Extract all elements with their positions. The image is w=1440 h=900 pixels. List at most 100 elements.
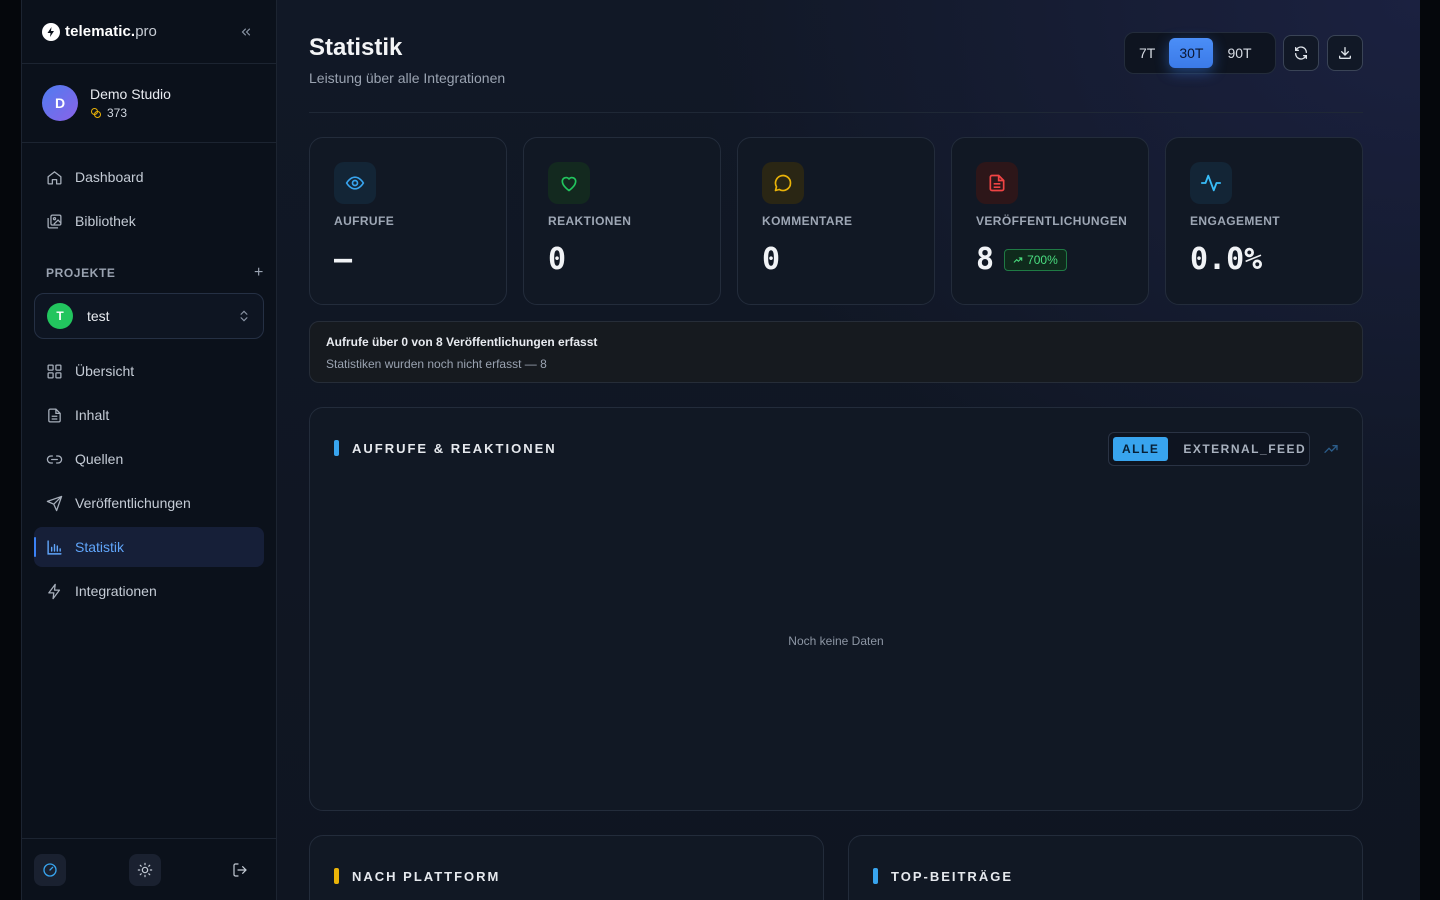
card-title: TOP-BEITRÄGE — [873, 868, 1013, 884]
nav-label: Bibliothek — [75, 213, 136, 229]
window-frame-left — [0, 0, 21, 900]
main-content: Statistik Leistung über alle Integration… — [277, 0, 1420, 900]
theme-toggle-button[interactable] — [129, 853, 161, 886]
credits-value: 373 — [107, 106, 128, 120]
kpi-label: REAKTIONEN — [548, 214, 632, 228]
sidebar: telematic. pro D Demo Studio 373 Dashboar… — [21, 0, 277, 900]
growth-badge: 700% — [1004, 248, 1067, 271]
project-avatar: T — [47, 303, 73, 329]
account-name: Demo Studio — [90, 86, 171, 102]
projects-heading: PROJEKTE + — [46, 264, 264, 282]
send-icon — [46, 495, 63, 511]
nav-label: Statistik — [75, 539, 125, 555]
nav-label: Quellen — [75, 451, 124, 467]
nav-label: Dashboard — [75, 169, 144, 185]
project-nav: Übersicht Inhalt Quellen Veröffentlichun… — [22, 347, 276, 611]
page-subtitle: Leistung über alle Integrationen — [309, 70, 506, 86]
link-icon — [46, 454, 63, 464]
nav-label: Veröffentlichungen — [75, 495, 191, 511]
brand-logo-icon[interactable] — [42, 22, 60, 41]
views-reactions-chart-card: AUFRUFE & REAKTIONEN ALLE EXTERNAL_FEED … — [309, 407, 1363, 811]
file-text-icon — [976, 162, 1018, 204]
kpi-label: VERÖFFENTLICHUNGEN — [976, 214, 1128, 228]
title-accent-bar — [334, 440, 339, 456]
tracking-notice: Aufrufe über 0 von 8 Veröffentlichungen … — [309, 321, 1363, 383]
image-library-icon — [47, 213, 62, 229]
filter-external-feed-button[interactable]: EXTERNAL_FEED — [1174, 437, 1315, 461]
nav-item-veroeffentlichungen[interactable]: Veröffentlichungen — [34, 483, 264, 523]
kpi-value: 0 — [548, 242, 566, 277]
nav-item-statistik[interactable]: Statistik — [34, 527, 264, 567]
gauge-button[interactable] — [34, 853, 66, 886]
card-title-text: AUFRUFE & REAKTIONEN — [352, 440, 557, 456]
nav-label: Übersicht — [75, 363, 135, 379]
filter-all-button[interactable]: ALLE — [1113, 437, 1169, 461]
refresh-icon — [1295, 46, 1307, 60]
header-divider — [309, 112, 1363, 113]
trend-up-icon — [1013, 256, 1023, 263]
brand-name: telematic. — [65, 23, 136, 40]
kpi-value: 0.0% — [1190, 242, 1262, 277]
main-nav: Dashboard Bibliothek — [22, 143, 276, 241]
card-title-text: TOP-BEITRÄGE — [891, 868, 1013, 884]
title-accent-bar — [873, 868, 878, 884]
account-credits: 373 — [90, 106, 171, 120]
nav-item-bibliothek[interactable]: Bibliothek — [34, 201, 264, 241]
account-switcher[interactable]: D Demo Studio 373 — [22, 64, 276, 143]
bar-chart-icon — [47, 539, 62, 555]
logout-button[interactable] — [224, 854, 256, 886]
kpi-value-text: 0.0% — [1190, 242, 1263, 277]
kpi-label: KOMMENTARE — [762, 214, 853, 228]
chevrons-up-down-icon — [237, 309, 251, 328]
card-title: AUFRUFE & REAKTIONEN — [334, 440, 557, 456]
card-title-text: NACH PLATTFORM — [352, 868, 501, 884]
refresh-button[interactable] — [1283, 35, 1319, 71]
page-title: Statistik — [309, 34, 403, 61]
activity-icon — [1190, 162, 1232, 204]
kpi-card-engagement: ENGAGEMENT 0.0% — [1165, 137, 1363, 305]
notice-title: Aufrufe über 0 von 8 Veröffentlichungen … — [326, 335, 598, 349]
avatar: D — [42, 85, 78, 121]
comment-icon — [762, 162, 804, 204]
kpi-value-text: 0 — [762, 242, 781, 277]
nav-item-dashboard[interactable]: Dashboard — [34, 157, 264, 197]
window-frame-right — [1420, 0, 1440, 900]
kpi-card-publications: VERÖFFENTLICHUNGEN 8 700% — [951, 137, 1149, 305]
sidebar-footer — [22, 838, 276, 900]
download-button[interactable] — [1327, 35, 1363, 71]
range-30d-button[interactable]: 30T — [1169, 38, 1214, 68]
trend-up-icon[interactable] — [1323, 441, 1339, 462]
notice-subtitle: Statistiken wurden noch nicht erfasst — … — [326, 357, 547, 371]
kpi-card-comments: KOMMENTARE 0 — [737, 137, 935, 305]
add-project-button[interactable]: + — [254, 264, 264, 282]
range-90d-button[interactable]: 90T — [1217, 38, 1261, 68]
brand-header: telematic. pro — [22, 0, 276, 64]
source-filter: ALLE EXTERNAL_FEED — [1108, 432, 1310, 466]
platform-card: NACH PLATTFORM — [309, 835, 824, 900]
kpi-label: AUFRUFE — [334, 214, 395, 228]
nav-label: Integrationen — [75, 583, 157, 599]
date-range-toggle: 7T 30T 90T — [1124, 32, 1276, 74]
kpi-value-text: 0 — [548, 242, 567, 277]
document-icon — [48, 407, 61, 423]
chevrons-left-icon[interactable] — [236, 22, 256, 42]
sun-icon — [137, 862, 153, 877]
kpi-value: 8 700% — [976, 242, 1067, 277]
range-7d-button[interactable]: 7T — [1129, 38, 1165, 68]
nav-item-inhalt[interactable]: Inhalt — [34, 395, 264, 435]
nav-item-uebersicht[interactable]: Übersicht — [34, 351, 264, 391]
kpi-card-reactions: REAKTIONEN 0 — [523, 137, 721, 305]
eye-icon — [334, 162, 376, 204]
nav-label: Inhalt — [75, 407, 110, 423]
heart-icon — [548, 162, 590, 204]
gauge-icon — [43, 862, 57, 877]
kpi-value: — — [334, 242, 352, 277]
projects-heading-label: PROJEKTE — [46, 266, 116, 280]
top-posts-card: TOP-BEITRÄGE — [848, 835, 1363, 900]
project-selector[interactable]: T test — [34, 293, 264, 339]
empty-state: Noch keine Daten — [788, 634, 884, 648]
home-icon — [47, 170, 62, 185]
nav-item-quellen[interactable]: Quellen — [34, 439, 264, 479]
grid-icon — [47, 363, 62, 379]
nav-item-integrationen[interactable]: Integrationen — [34, 571, 264, 611]
